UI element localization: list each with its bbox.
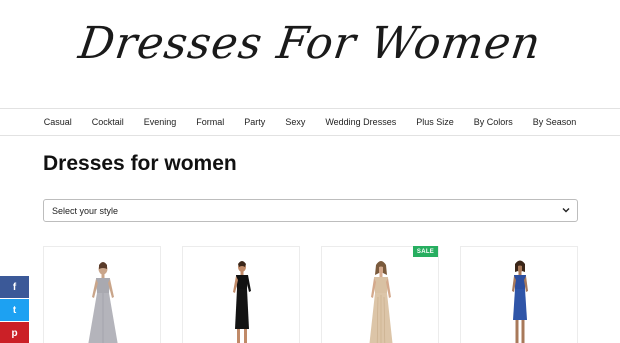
product-image-black-dress[interactable] <box>183 247 300 343</box>
pinterest-icon: p <box>11 327 18 339</box>
nav-item-evening[interactable]: Evening <box>134 117 187 127</box>
product-image-blue-dress[interactable] <box>461 247 578 343</box>
nav-item-wedding-dresses[interactable]: Wedding Dresses <box>315 117 406 127</box>
nav-item-by-season[interactable]: By Season <box>523 117 587 127</box>
site-logo[interactable]: Dresses For Women <box>0 18 620 69</box>
product-card[interactable] <box>43 246 161 343</box>
nav-item-casual[interactable]: Casual <box>34 117 82 127</box>
nav-item-party[interactable]: Party <box>234 117 275 127</box>
main-nav: Casual Cocktail Evening Formal Party Sex… <box>0 108 620 136</box>
product-image-grey-gown[interactable] <box>44 247 161 343</box>
chevron-down-icon <box>562 208 570 213</box>
style-select-value: Select your style <box>52 205 119 216</box>
nav-item-sexy[interactable]: Sexy <box>275 117 315 127</box>
twitter-share-button[interactable]: t <box>0 299 29 321</box>
product-card[interactable] <box>460 246 578 343</box>
product-card[interactable] <box>321 246 439 343</box>
site-header: Dresses For Women <box>0 0 620 108</box>
nav-item-cocktail[interactable]: Cocktail <box>82 117 134 127</box>
twitter-icon: t <box>12 304 17 316</box>
nav-item-formal[interactable]: Formal <box>186 117 234 127</box>
nav-item-plus-size[interactable]: Plus Size <box>406 117 464 127</box>
product-card[interactable] <box>182 246 300 343</box>
style-select[interactable]: Select your style <box>43 199 578 222</box>
nav-item-by-colors[interactable]: By Colors <box>464 117 523 127</box>
sale-badge: SALE <box>413 246 438 257</box>
page-title: Dresses for women <box>43 152 237 175</box>
facebook-share-button[interactable]: f <box>0 276 29 298</box>
pinterest-share-button[interactable]: p <box>0 322 29 343</box>
product-image-champagne-gown[interactable] <box>322 247 439 343</box>
facebook-icon: f <box>12 281 17 293</box>
